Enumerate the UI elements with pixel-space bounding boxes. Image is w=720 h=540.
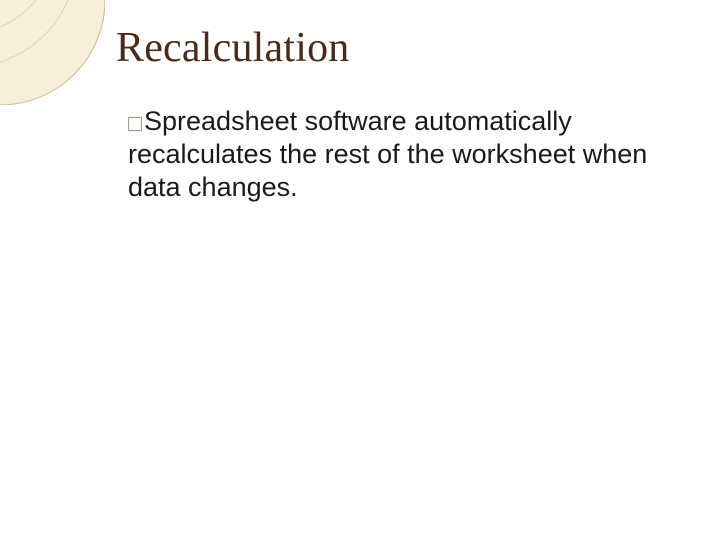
square-bullet-icon (128, 117, 142, 131)
corner-decoration (0, 0, 105, 105)
slide: Recalculation Spreadsheet software autom… (0, 0, 720, 540)
slide-title: Recalculation (116, 26, 680, 70)
slide-body: Spreadsheet software automatically recal… (128, 105, 660, 204)
body-text: Spreadsheet software automatically recal… (128, 106, 647, 202)
